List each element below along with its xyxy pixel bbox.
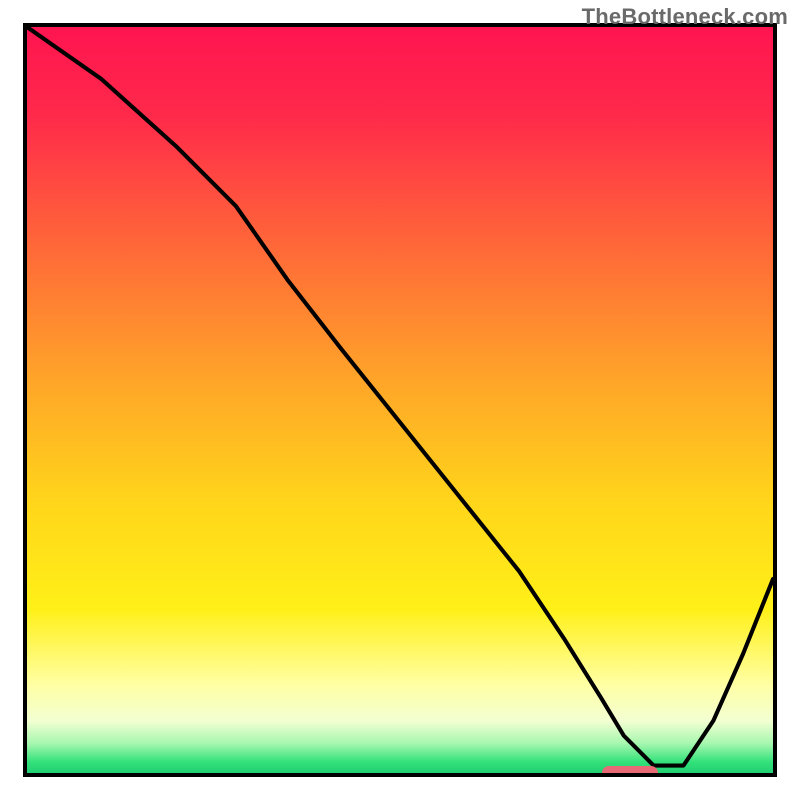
highlight-marker: [602, 766, 659, 777]
chart-plot-area: [23, 23, 777, 777]
watermark-label: TheBottleneck.com: [582, 4, 788, 30]
chart-line: [27, 27, 773, 773]
